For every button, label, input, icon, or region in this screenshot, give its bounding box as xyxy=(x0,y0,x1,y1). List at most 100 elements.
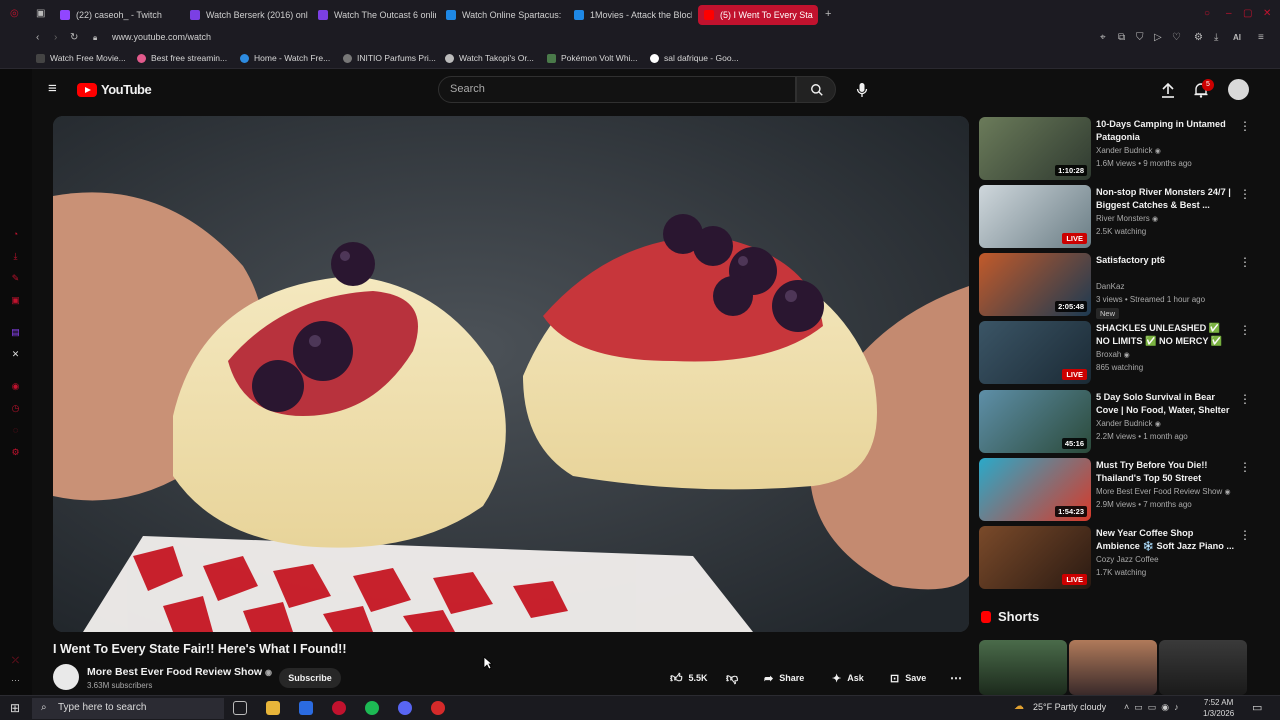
video-title[interactable]: Must Try Before You Die!! Thailand's Top… xyxy=(1096,459,1236,485)
more-options-icon[interactable]: ⋮ xyxy=(1239,323,1251,337)
pin-icon[interactable]: ⌖ xyxy=(1100,32,1106,43)
video-title[interactable]: SHACKLES UNLEASHED ✅ NO LIMITS ✅ NO MERC… xyxy=(1096,322,1236,348)
short-thumbnail[interactable] xyxy=(1159,640,1247,695)
browser-tab[interactable]: (5) I Went To Every Sta xyxy=(698,5,818,25)
channel-name[interactable]: Xander Budnick ◉ xyxy=(1096,146,1161,155)
browser-tab[interactable]: Watch Berserk (2016) onli xyxy=(190,5,308,25)
back-icon[interactable]: ‹ xyxy=(36,32,39,43)
heart-icon[interactable]: ♡ xyxy=(1172,32,1181,43)
video-thumbnail[interactable]: LIVE xyxy=(979,526,1091,589)
app-icon[interactable] xyxy=(431,701,445,715)
chat-icon[interactable]: ◌ xyxy=(10,425,21,436)
discord-icon[interactable] xyxy=(398,701,412,715)
more-options-icon[interactable]: ⋮ xyxy=(1239,119,1251,133)
guide-menu-icon[interactable]: ≡ xyxy=(48,80,57,97)
workspaces-icon[interactable]: ▣ xyxy=(36,8,45,19)
browser-tab[interactable]: 1Movies - Attack the Block xyxy=(574,5,692,25)
like-button[interactable]: 👍︎ 5.5K xyxy=(660,668,718,688)
video-thumbnail[interactable]: 1:10:28 xyxy=(979,117,1091,180)
system-clock[interactable]: 7:52 AM 1/3/2026 xyxy=(1203,697,1234,719)
screenshot-icon[interactable]: ⧉ xyxy=(1118,32,1125,43)
close-icon[interactable]: ✕ xyxy=(1263,8,1271,19)
browser-tab[interactable]: Watch The Outcast 6 onlin xyxy=(318,5,436,25)
bookmark-item[interactable]: Best free streamin... xyxy=(137,53,227,63)
more-options-icon[interactable]: ⋮ xyxy=(1239,255,1251,269)
weather-text[interactable]: 25°F Partly cloudy xyxy=(1033,702,1106,712)
bookmark-item[interactable]: sal dafrique - Goo... xyxy=(650,53,739,63)
subscribe-button[interactable]: Subscribe xyxy=(279,668,341,688)
clock-icon[interactable]: ◷ xyxy=(10,403,21,414)
video-thumbnail[interactable]: 2:05:48 xyxy=(979,253,1091,316)
recommended-video[interactable]: LIVE New Year Coffee Shop Ambience ❄️ Sof… xyxy=(979,526,1259,590)
shield-icon[interactable]: ⛉ xyxy=(1136,32,1144,43)
dislike-button[interactable]: 👎︎ xyxy=(716,668,748,688)
ai-icon[interactable]: AI xyxy=(1233,33,1241,42)
more-actions-button[interactable]: ⋯ xyxy=(940,668,972,688)
channel-name[interactable]: Cozy Jazz Coffee xyxy=(1096,555,1159,564)
messenger-icon[interactable]: ▣ xyxy=(10,295,21,306)
bookmark-item[interactable]: INITIO Parfums Pri... xyxy=(343,53,436,63)
bookmark-item[interactable]: Pokémon Volt Whi... xyxy=(547,53,638,63)
maximize-icon[interactable]: ▢ xyxy=(1243,8,1252,19)
system-tray-icons[interactable]: ˄▭▭◉♪ xyxy=(1124,702,1184,713)
channel-name[interactable]: More Best Ever Food Review Show ◉ xyxy=(87,666,272,678)
taskbar-search-input[interactable]: ⌕ Type here to search xyxy=(32,698,224,719)
settings-icon[interactable]: ⚙ xyxy=(10,447,21,458)
new-tab-icon[interactable]: + xyxy=(825,8,831,20)
address-bar[interactable]: www.youtube.com/watch xyxy=(112,32,211,42)
video-thumbnail[interactable]: 1:54:23 xyxy=(979,458,1091,521)
video-title[interactable]: 5 Day Solo Survival in Bear Cove | No Fo… xyxy=(1096,391,1236,417)
upload-icon[interactable] xyxy=(1161,82,1175,98)
video-title[interactable]: 10-Days Camping in Untamed Patagonia xyxy=(1096,118,1236,144)
forward-icon[interactable]: › xyxy=(54,32,57,43)
video-thumbnail[interactable]: 45:16 xyxy=(979,390,1091,453)
search-input[interactable]: Search xyxy=(438,76,796,103)
video-thumbnail[interactable]: LIVE xyxy=(979,321,1091,384)
browser-tab[interactable]: Watch Online Spartacus: H xyxy=(446,5,564,25)
windows-start-icon[interactable]: ⊞ xyxy=(10,701,20,715)
minimize-icon[interactable]: – xyxy=(1226,8,1232,19)
settings-icon[interactable]: ⚙ xyxy=(1194,32,1203,43)
more-options-icon[interactable]: ⋮ xyxy=(1239,187,1251,201)
short-thumbnail[interactable] xyxy=(1069,640,1157,695)
reload-icon[interactable]: ↻ xyxy=(70,32,78,43)
share-button[interactable]: ➦ Share xyxy=(754,668,814,688)
short-thumbnail[interactable] xyxy=(979,640,1067,695)
recommended-video[interactable]: 45:16 5 Day Solo Survival in Bear Cove | … xyxy=(979,390,1259,454)
bookmark-item[interactable]: Watch Free Movie... xyxy=(36,53,126,63)
channel-avatar[interactable] xyxy=(53,664,79,690)
download-icon[interactable]: ⤓ xyxy=(1214,32,1218,43)
video-title[interactable]: New Year Coffee Shop Ambience ❄️ Soft Ja… xyxy=(1096,527,1236,553)
twitch-icon[interactable]: ▤ xyxy=(10,327,21,338)
browser-menu-icon[interactable]: ◎ xyxy=(10,8,19,19)
channel-name[interactable]: DanKaz xyxy=(1096,282,1124,291)
browser-tab[interactable]: (22) caseoh_ - Twitch xyxy=(60,5,178,25)
history-icon[interactable]: ◔ xyxy=(10,229,21,240)
file-explorer-icon[interactable] xyxy=(266,701,280,715)
recommended-video[interactable]: LIVE Non-stop River Monsters 24/7 | Bigge… xyxy=(979,185,1259,249)
menu-icon[interactable]: ≡ xyxy=(1258,32,1264,43)
store-icon[interactable] xyxy=(299,701,313,715)
channel-name[interactable]: Broxah ◉ xyxy=(1096,350,1130,359)
video-thumbnail[interactable]: LIVE xyxy=(979,185,1091,248)
bookmark-item[interactable]: Watch Takopi's Or... xyxy=(445,53,534,63)
more-options-icon[interactable]: ⋮ xyxy=(1239,528,1251,542)
channel-name[interactable]: River Monsters ◉ xyxy=(1096,214,1158,223)
recommended-video[interactable]: 1:10:28 10-Days Camping in Untamed Patago… xyxy=(979,117,1259,181)
account-avatar[interactable] xyxy=(1228,79,1249,100)
task-view-icon[interactable] xyxy=(233,701,247,715)
channel-name[interactable]: Xander Budnick ◉ xyxy=(1096,419,1161,428)
more-options-icon[interactable]: ⋮ xyxy=(1239,392,1251,406)
search-icon[interactable]: ○ xyxy=(1204,8,1210,19)
bookmark-item[interactable]: Home - Watch Fre... xyxy=(240,53,330,63)
downloads-icon[interactable]: ⤓ xyxy=(10,251,21,262)
player-icon[interactable]: ▷ xyxy=(1154,32,1162,43)
search-button[interactable] xyxy=(796,76,836,103)
recommended-video[interactable]: 2:05:48 Satisfactory pt6 DanKaz 3 views • S… xyxy=(979,253,1259,319)
save-button[interactable]: ⊡ Save xyxy=(880,668,936,688)
video-title[interactable]: Non-stop River Monsters 24/7 | Biggest C… xyxy=(1096,186,1236,212)
recommended-video[interactable]: LIVE SHACKLES UNLEASHED ✅ NO LIMITS ✅ NO … xyxy=(979,321,1259,385)
video-player[interactable] xyxy=(53,116,969,632)
x-icon[interactable]: ✕ xyxy=(10,349,21,360)
bookmarks-icon[interactable]: ✎ xyxy=(10,273,21,284)
